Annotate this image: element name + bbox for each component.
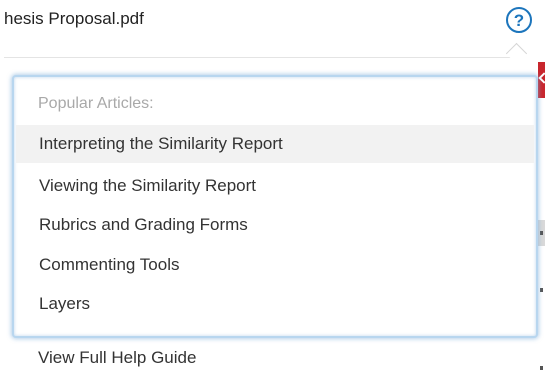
view-full-help-guide-link[interactable]: View Full Help Guide [38, 348, 196, 368]
divider [4, 57, 512, 58]
popular-articles-heading: Popular Articles: [38, 95, 154, 112]
article-link[interactable]: Interpreting the Similarity Report [16, 125, 534, 163]
side-arrow-icon [540, 288, 543, 292]
article-link[interactable]: Viewing the Similarity Report [16, 167, 534, 205]
document-filename: hesis Proposal.pdf [4, 9, 144, 28]
top-bar: hesis Proposal.pdf ? [0, 0, 545, 58]
article-link[interactable]: Rubrics and Grading Forms [16, 206, 534, 244]
help-menu-panel: Popular Articles: Interpreting the Simil… [12, 75, 538, 338]
side-arrow-icon [540, 366, 543, 370]
collapse-arrow-button[interactable] [538, 62, 545, 98]
article-link[interactable]: Layers [16, 285, 534, 323]
help-question-icon[interactable]: ? [506, 7, 532, 33]
side-arrow-icon [540, 231, 543, 235]
article-link[interactable]: Commenting Tools [16, 246, 534, 284]
